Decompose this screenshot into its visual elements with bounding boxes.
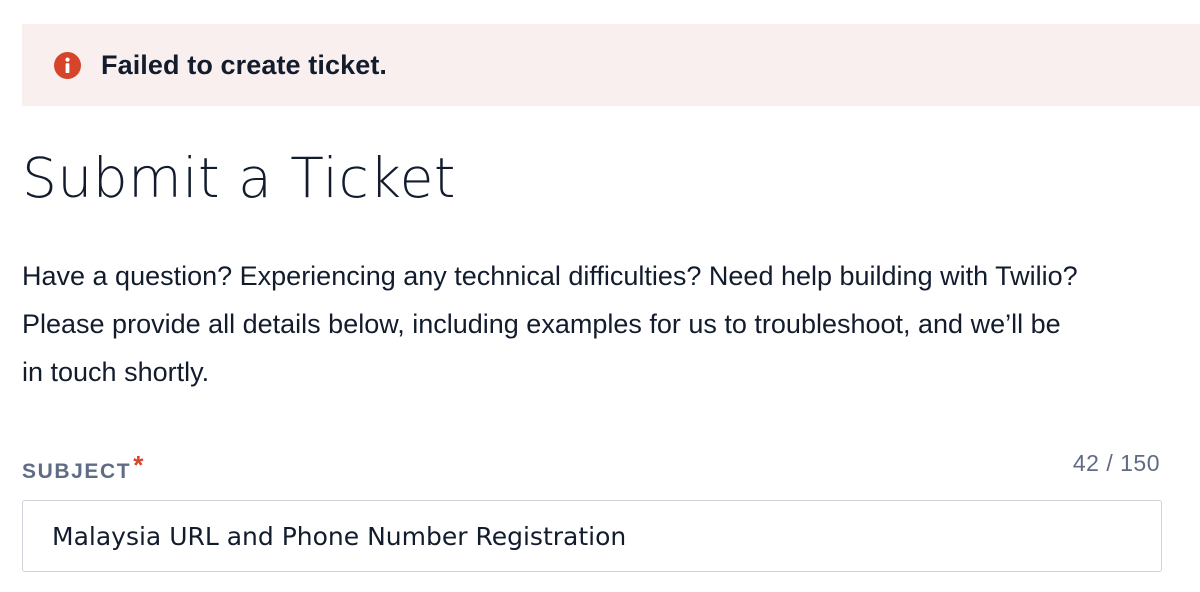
subject-label-text: SUBJECT <box>22 460 132 483</box>
character-counter: 42 / 150 <box>1072 450 1160 476</box>
intro-line: Have a question? Experiencing any techni… <box>22 261 1078 291</box>
submit-ticket-page: Failed to create ticket. Submit a Ticket… <box>0 0 1200 592</box>
intro-line: Please provide all details below, includ… <box>22 309 1061 339</box>
error-icon <box>54 51 81 79</box>
subject-input[interactable] <box>22 500 1162 572</box>
subject-label-row: SUBJECT* 42 / 150 <box>22 448 1162 484</box>
error-message: Failed to create ticket. <box>101 49 388 80</box>
intro-line: in touch shortly. <box>22 357 210 387</box>
intro-text: Have a question? Experiencing any techni… <box>22 252 1192 396</box>
page-title: Submit a Ticket <box>22 146 456 210</box>
required-indicator: * <box>133 450 145 480</box>
subject-label: SUBJECT* <box>22 450 145 485</box>
error-alert: Failed to create ticket. <box>22 24 1200 106</box>
